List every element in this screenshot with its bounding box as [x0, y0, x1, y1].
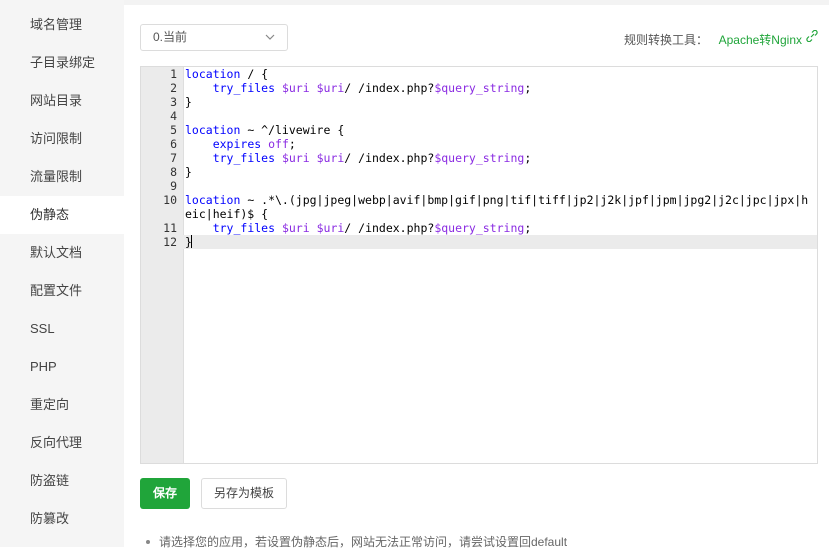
chevron-down-icon [265, 34, 275, 40]
line-number: 8 [170, 165, 177, 179]
line-text: location / { [185, 67, 269, 81]
line-text: } [185, 165, 192, 179]
line-number: 6 [170, 137, 177, 151]
sidebar-item-config-file[interactable]: 配置文件 [0, 272, 124, 310]
line-number: 4 [170, 109, 177, 123]
line-number: 2 [170, 81, 177, 95]
rewrite-rules-editor[interactable]: 1 location / {2 try_files $uri $uri/ /ind… [140, 66, 818, 464]
help-note: 请选择您的应用，若设置伪静态后，网站无法正常访问，请尝试设置回default [146, 533, 567, 550]
sidebar-item-reverse-proxy[interactable]: 反向代理 [0, 424, 124, 462]
code-line[interactable]: 4 [141, 109, 817, 123]
save-button[interactable]: 保存 [140, 478, 190, 509]
line-number: 1 [170, 67, 177, 81]
line-text: expires off; [212, 137, 296, 151]
code-line[interactable]: 7 try_files $uri $uri/ /index.php?$query… [141, 151, 817, 165]
sidebar-item-default-document[interactable]: 默认文档 [0, 234, 124, 272]
code-lines: 1 location / {2 try_files $uri $uri/ /ind… [141, 67, 817, 249]
code-line[interactable]: 11 try_files $uri $uri/ /index.php?$quer… [141, 221, 817, 235]
sidebar-item-access-restriction[interactable]: 访问限制 [0, 120, 124, 158]
line-text: try_files $uri $uri/ /index.php?$query_s… [212, 151, 532, 165]
select-value: 0.当前 [153, 30, 188, 44]
sidebar-item-hotlink-protection[interactable]: 防盗链 [0, 462, 124, 500]
top-divider [124, 0, 829, 5]
line-number: 7 [170, 151, 177, 165]
line-text: try_files $uri $uri/ /index.php?$query_s… [212, 221, 532, 235]
line-text: location ~ .*\.(jpg|jpeg|webp|avif|bmp|g… [185, 193, 809, 221]
site-settings-sidebar: 域名管理 子目录绑定 网站目录 访问限制 流量限制 伪静态 默认文档 配置文件 … [0, 0, 124, 547]
save-as-template-button[interactable]: 另存为模板 [201, 478, 287, 509]
sidebar-item-redirect[interactable]: 重定向 [0, 386, 124, 424]
sidebar-item-domain[interactable]: 域名管理 [0, 6, 124, 44]
sidebar-item-traffic-limit[interactable]: 流量限制 [0, 158, 124, 196]
rewrite-template-select[interactable]: 0.当前 [140, 24, 288, 51]
line-text: location ~ ^/livewire { [185, 123, 345, 137]
line-text: } [185, 95, 192, 109]
line-number: 9 [170, 179, 177, 193]
code-line[interactable]: 8} [141, 165, 817, 179]
line-text: try_files $uri $uri/ /index.php?$query_s… [212, 81, 532, 95]
line-number: 11 [163, 221, 177, 235]
bullet-icon [146, 539, 150, 544]
sidebar-item-site-directory[interactable]: 网站目录 [0, 82, 124, 120]
code-line[interactable]: 9 [141, 179, 817, 193]
code-line[interactable]: 5 location ~ ^/livewire { [141, 123, 817, 137]
code-line[interactable]: 10 location ~ .*\.(jpg|jpeg|webp|avif|bmp… [141, 193, 817, 221]
sidebar-item-rewrite[interactable]: 伪静态 [0, 196, 124, 234]
code-line[interactable]: 1 location / { [141, 67, 817, 81]
code-line[interactable]: 2 try_files $uri $uri/ /index.php?$query… [141, 81, 817, 95]
code-line[interactable]: 12} [141, 235, 817, 249]
sidebar-item-ssl[interactable]: SSL [0, 310, 124, 348]
line-number: 3 [170, 95, 177, 109]
code-line[interactable]: 6 expires off; [141, 137, 817, 151]
converter-label: 规则转换工具： [623, 33, 708, 47]
external-link-icon[interactable] [806, 30, 818, 42]
text-cursor [190, 235, 192, 248]
line-number: 10 [163, 193, 177, 207]
sidebar-item-subdirectory-binding[interactable]: 子目录绑定 [0, 44, 124, 82]
code-line[interactable]: 3} [141, 95, 817, 109]
sidebar-item-tamper-protection[interactable]: 防篡改 [0, 500, 124, 538]
apache-to-nginx-link[interactable]: Apache转Nginx [719, 31, 802, 48]
line-number: 12 [163, 235, 177, 249]
sidebar-item-php[interactable]: PHP [0, 348, 124, 386]
line-text: } [185, 235, 192, 249]
line-number: 5 [170, 123, 177, 137]
